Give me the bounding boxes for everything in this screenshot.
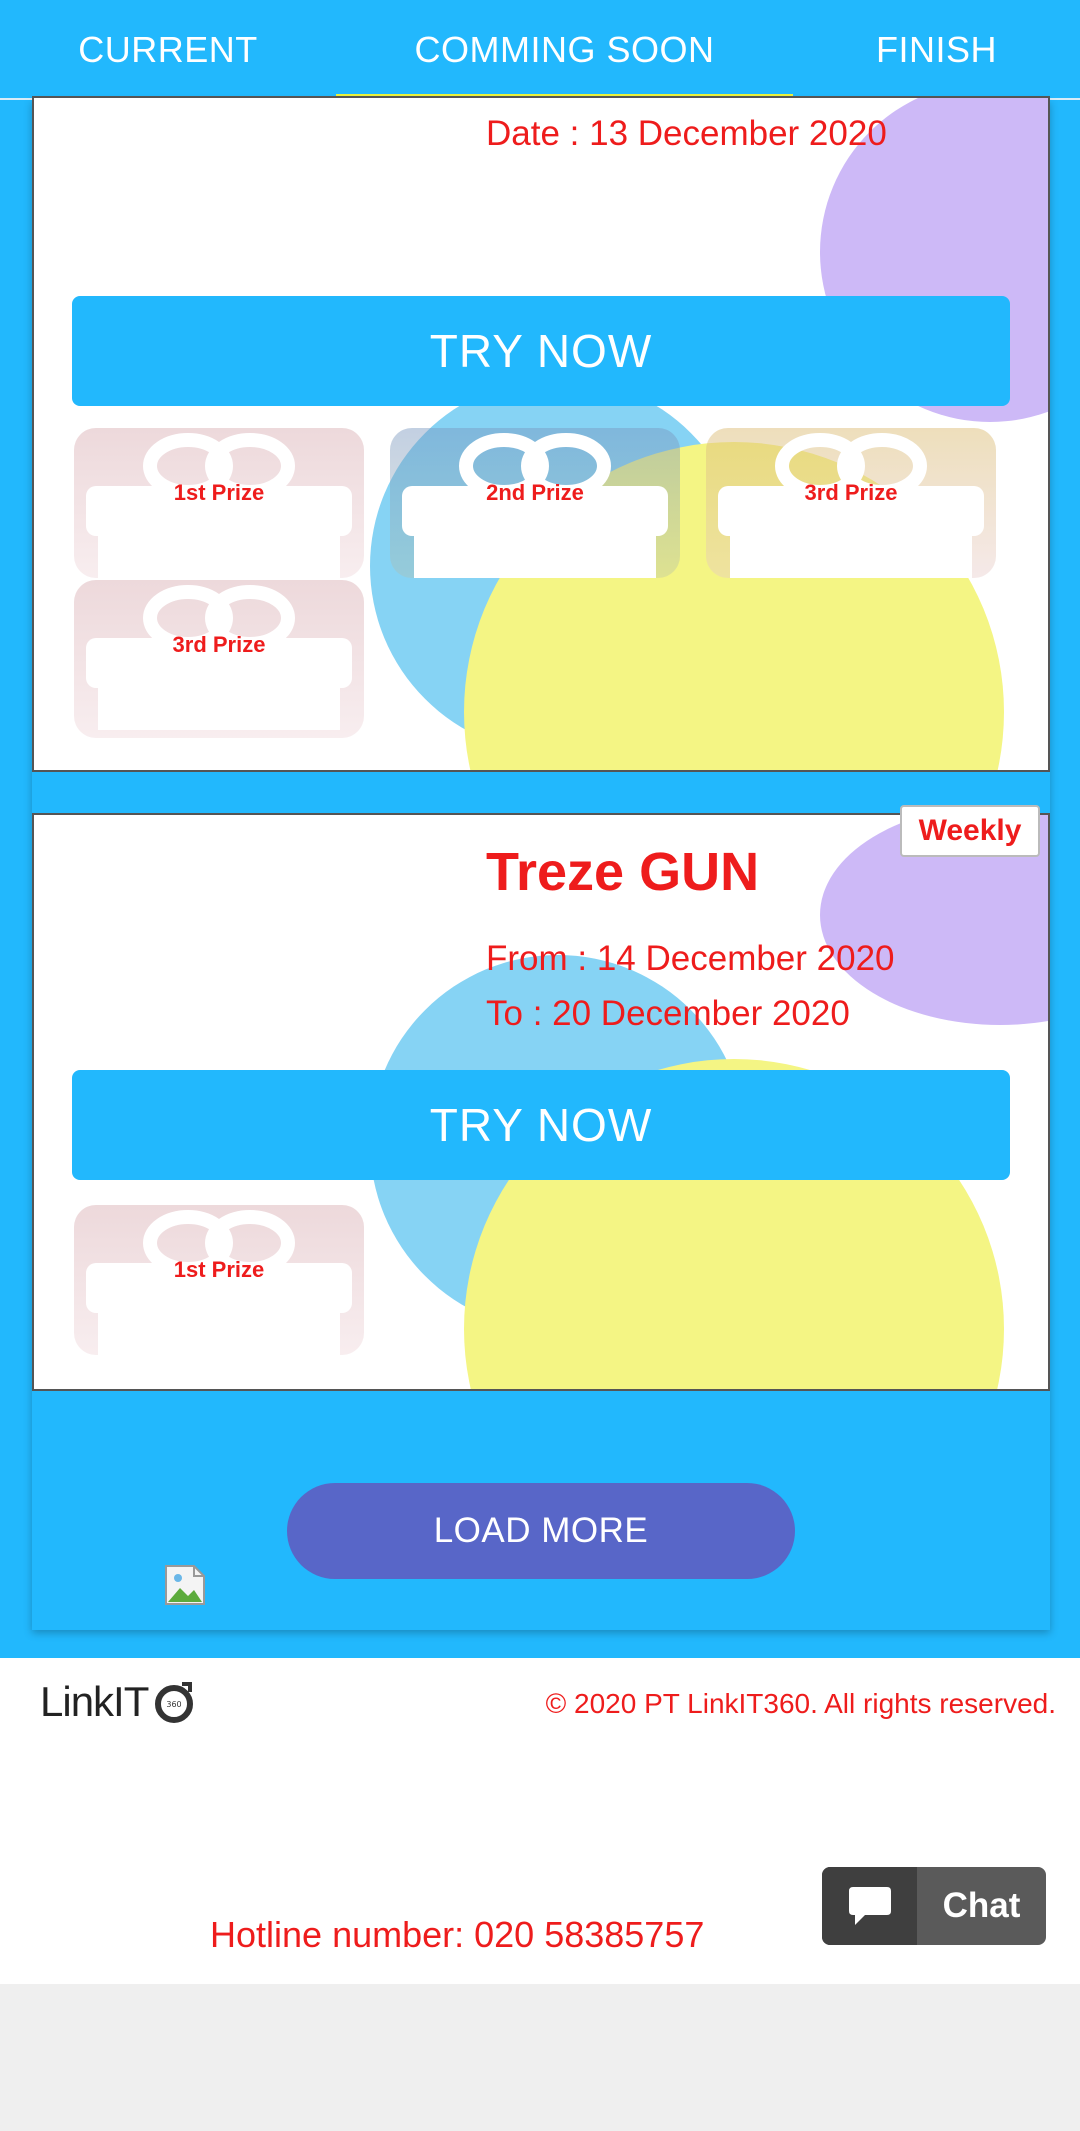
prize-box: 2nd Prize (390, 428, 680, 578)
event-date: Date : 13 December 2020 (486, 114, 887, 153)
copyright-text: © 2020 PT LinkIT360. All rights reserved… (545, 1688, 1056, 1719)
event-title: Treze GUN (486, 842, 760, 902)
tab-current[interactable]: CURRENT (0, 0, 336, 100)
prize-label: 3rd Prize (172, 632, 266, 657)
tab-finish[interactable]: FINISH (793, 0, 1080, 100)
event-from-date: From : 14 December 2020 (486, 939, 895, 978)
prize-box: 3rd Prize (706, 428, 996, 578)
prize-label: 3rd Prize (804, 480, 898, 505)
linkit-logo: LinkIT 360 (40, 1678, 196, 1725)
load-more-button[interactable]: LOAD MORE (287, 1483, 795, 1579)
chat-label: Chat (942, 1886, 1021, 1925)
weekly-badge: Weekly (900, 805, 1040, 857)
broken-image-icon (165, 1565, 205, 1605)
logo-360-icon: 360 (155, 1682, 194, 1723)
tab-coming-soon[interactable]: COMMING SOON (336, 0, 793, 100)
prize-box: 1st Prize (74, 1205, 364, 1355)
hotline-text: Hotline number: 020 58385757 (210, 1914, 705, 1955)
event-card-1: Date : 13 December 2020 TRY NOW 1st Priz… (32, 96, 1050, 772)
prize-label: 1st Prize (173, 480, 265, 505)
speech-bubble-icon (848, 1887, 891, 1925)
tab-bar: CURRENT COMMING SOON FINISH (0, 0, 1080, 100)
prize-box: 3rd Prize (74, 580, 364, 738)
event-to-date: To : 20 December 2020 (486, 994, 850, 1033)
prize-label: 2nd Prize (486, 480, 584, 505)
try-now-button[interactable]: TRY NOW (72, 296, 1010, 406)
event-card-2: Treze GUN From : 14 December 2020 To : 2… (32, 813, 1050, 1391)
svg-text:360: 360 (167, 1700, 182, 1709)
logo-text: LinkIT (40, 1678, 149, 1725)
prize-label: 1st Prize (173, 1257, 265, 1282)
chat-icon-box (822, 1867, 917, 1945)
chat-button[interactable]: Chat (822, 1867, 1046, 1945)
prize-box: 1st Prize (74, 428, 364, 578)
try-now-button[interactable]: TRY NOW (72, 1070, 1010, 1180)
